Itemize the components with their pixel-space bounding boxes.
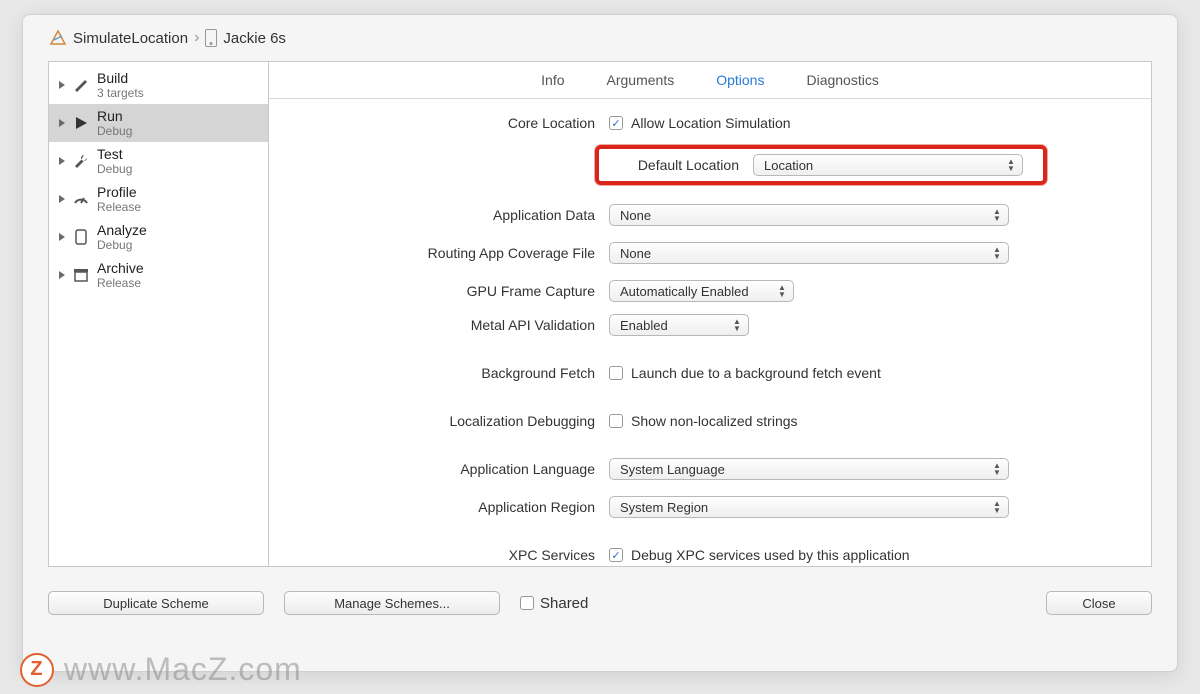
select-stepper-icon: ▲▼ [1004,157,1018,173]
select-stepper-icon: ▲▼ [990,461,1004,477]
breadcrumb-separator-icon: › [194,29,199,47]
default-location-select[interactable]: Location ▲▼ [753,154,1023,176]
label-localization-debugging: Localization Debugging [289,413,609,429]
label-application-region: Application Region [289,499,609,515]
sidebar-item-subtitle: Debug [97,124,132,138]
gpu-frame-capture-value: Automatically Enabled [620,284,749,299]
label-routing-app: Routing App Coverage File [289,245,609,261]
tab-diagnostics[interactable]: Diagnostics [806,72,878,88]
macz-logo-icon: Z [20,653,54,687]
sidebar-item-title: Build [97,70,144,86]
sidebar-item-title: Test [97,146,132,162]
label-default-location: Default Location [613,157,753,173]
sidebar-item-subtitle: Release [97,276,144,290]
label-background-fetch: Background Fetch [289,365,609,381]
device-icon [205,29,217,47]
content-pane: Info Arguments Options Diagnostics Core Loc… [269,62,1151,566]
sidebar-item-subtitle: Debug [97,238,147,252]
sidebar-item-title: Analyze [97,222,147,238]
shared-label: Shared [540,595,588,612]
sidebar-item-title: Run [97,108,132,124]
label-application-language: Application Language [289,461,609,477]
hammer-icon [71,75,91,95]
sidebar-item-run[interactable]: RunDebug [49,104,268,142]
background-fetch-checkbox[interactable] [609,366,623,380]
tab-bar: Info Arguments Options Diagnostics [269,62,1151,99]
options-form: Core Location Allow Location Simulation … [269,99,1151,566]
footer-bar: Duplicate Scheme Manage Schemes... Share… [23,567,1177,615]
breadcrumb: SimulateLocation › Jackie 6s [23,15,1177,61]
play-icon [71,113,91,133]
background-fetch-text: Launch due to a background fetch event [631,365,881,381]
breadcrumb-device[interactable]: Jackie 6s [223,30,286,47]
disclosure-triangle-icon[interactable] [59,81,65,89]
application-language-select[interactable]: System Language ▲▼ [609,458,1009,480]
disclosure-triangle-icon[interactable] [59,233,65,241]
sidebar-item-title: Archive [97,260,144,276]
sidebar-item-subtitle: Release [97,200,141,214]
device-icon [71,227,91,247]
localization-checkbox-text: Show non-localized strings [631,413,798,429]
disclosure-triangle-icon[interactable] [59,119,65,127]
scheme-phase-sidebar: Build3 targetsRunDebugTestDebugProfileRe… [49,62,269,566]
xpc-services-checkbox-text: Debug XPC services used by this applicat… [631,547,910,563]
sidebar-item-title: Profile [97,184,141,200]
tab-info[interactable]: Info [541,72,564,88]
metal-api-select[interactable]: Enabled ▲▼ [609,314,749,336]
application-region-value: System Region [620,500,708,515]
sidebar-item-archive[interactable]: ArchiveRelease [49,256,268,294]
disclosure-triangle-icon[interactable] [59,195,65,203]
sidebar-item-build[interactable]: Build3 targets [49,66,268,104]
watermark-text: www.MacZ.com [64,651,302,688]
allow-location-simulation-checkbox[interactable] [609,116,623,130]
select-stepper-icon: ▲▼ [990,207,1004,223]
sidebar-item-profile[interactable]: ProfileRelease [49,180,268,218]
application-data-select[interactable]: None ▲▼ [609,204,1009,226]
select-stepper-icon: ▲▼ [730,317,744,333]
main-panel: Build3 targetsRunDebugTestDebugProfileRe… [48,61,1152,567]
breadcrumb-scheme[interactable]: SimulateLocation [73,30,188,47]
select-stepper-icon: ▲▼ [990,499,1004,515]
label-xpc-services: XPC Services [289,547,609,563]
routing-app-select[interactable]: None ▲▼ [609,242,1009,264]
xpc-services-checkbox[interactable] [609,548,623,562]
gpu-frame-capture-select[interactable]: Automatically Enabled ▲▼ [609,280,794,302]
application-language-value: System Language [620,462,725,477]
watermark: Z www.MacZ.com [20,651,302,688]
default-location-value: Location [764,158,813,173]
label-core-location: Core Location [289,115,609,131]
select-stepper-icon: ▲▼ [990,245,1004,261]
disclosure-triangle-icon[interactable] [59,271,65,279]
sidebar-item-analyze[interactable]: AnalyzeDebug [49,218,268,256]
close-button[interactable]: Close [1046,591,1152,615]
label-gpu-frame-capture: GPU Frame Capture [289,283,609,299]
archive-icon [71,265,91,285]
sidebar-item-test[interactable]: TestDebug [49,142,268,180]
scheme-editor-window: SimulateLocation › Jackie 6s Build3 targ… [22,14,1178,672]
metal-api-value: Enabled [620,318,668,333]
default-location-highlight: Default Location Location ▲▼ [595,145,1047,185]
sidebar-item-subtitle: Debug [97,162,132,176]
tab-arguments[interactable]: Arguments [607,72,675,88]
tab-options[interactable]: Options [716,72,764,88]
duplicate-scheme-button[interactable]: Duplicate Scheme [48,591,264,615]
label-metal-api: Metal API Validation [289,317,609,333]
application-data-value: None [620,208,651,223]
shared-checkbox[interactable] [520,596,534,610]
disclosure-triangle-icon[interactable] [59,157,65,165]
label-application-data: Application Data [289,207,609,223]
wrench-icon [71,151,91,171]
manage-schemes-button[interactable]: Manage Schemes... [284,591,500,615]
application-region-select[interactable]: System Region ▲▼ [609,496,1009,518]
gauge-icon [71,189,91,209]
select-stepper-icon: ▲▼ [775,283,789,299]
localization-checkbox[interactable] [609,414,623,428]
xcode-scheme-icon [49,29,67,47]
allow-location-simulation-text: Allow Location Simulation [631,115,791,131]
routing-app-value: None [620,246,651,261]
sidebar-item-subtitle: 3 targets [97,86,144,100]
